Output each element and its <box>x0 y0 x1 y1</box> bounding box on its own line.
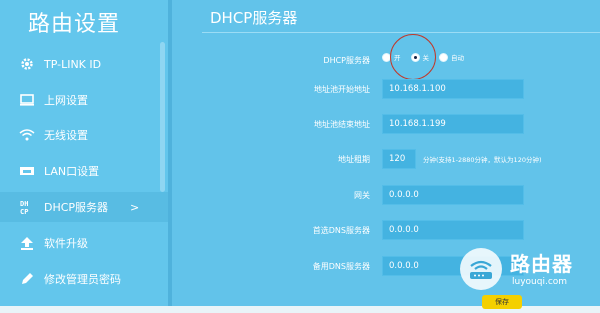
gear-icon <box>18 55 36 73</box>
dhcp-server-label: DHCP服务器 <box>323 56 370 65</box>
primary-dns-input[interactable]: 0.0.0.0 <box>382 220 524 240</box>
gateway-input[interactable]: 0.0.0.0 <box>382 185 524 205</box>
gateway-label: 网关 <box>354 191 370 200</box>
pool-start-input[interactable]: 10.168.1.100 <box>382 79 524 99</box>
highlight-circle <box>390 34 436 80</box>
sidebar-item-label: DHCP服务器 <box>44 201 109 214</box>
watermark: 路由器 luyouqi.com <box>460 248 600 298</box>
title-divider <box>202 32 600 33</box>
watermark-title: 路由器 <box>510 252 573 276</box>
primary-dns-label: 首选DNS服务器 <box>312 226 370 235</box>
lease-label: 地址租期 <box>338 155 370 164</box>
sidebar-item-label: 修改管理员密码 <box>44 273 121 286</box>
pencil-icon <box>18 270 36 288</box>
radio-auto[interactable] <box>439 52 448 62</box>
lan-icon <box>18 162 36 180</box>
sidebar-scrollbar[interactable] <box>160 42 165 192</box>
watermark-url: luyouqi.com <box>512 277 568 287</box>
chevron-right-icon: > <box>130 200 140 214</box>
lease-input[interactable]: 120 <box>382 149 416 169</box>
svg-text:DH: DH <box>20 200 28 208</box>
lease-hint: 分钟(支持1-2880分钟，默认为120分钟) <box>423 156 542 164</box>
sidebar-item-tplink-id[interactable]: TP-LINK ID <box>0 49 168 79</box>
radio-auto-label: 自动 <box>451 54 464 62</box>
pool-end-input[interactable]: 10.168.1.199 <box>382 114 524 134</box>
sidebar-item-internet[interactable]: 上网设置 <box>0 85 168 115</box>
upgrade-icon <box>18 234 36 252</box>
sidebar-item-label: 软件升级 <box>44 237 88 250</box>
pool-end-label: 地址池结束地址 <box>314 120 370 129</box>
sidebar-item-label: 无线设置 <box>44 129 88 142</box>
wifi-icon <box>18 126 36 144</box>
sidebar-item-label: TP-LINK ID <box>44 57 102 71</box>
sidebar-item-label: 上网设置 <box>44 94 88 107</box>
sidebar-title: 路由设置 <box>28 12 121 37</box>
dhcp-icon: DH CP <box>18 198 36 216</box>
pool-start-label: 地址池开始地址 <box>314 85 370 94</box>
page-title: DHCP服务器 <box>210 9 298 27</box>
secondary-dns-label: 备用DNS服务器 <box>312 262 370 271</box>
sidebar-item-wireless[interactable]: 无线设置 <box>0 120 168 150</box>
sidebar-item-lan[interactable]: LAN口设置 <box>0 156 168 186</box>
sidebar-item-admin-password[interactable]: 修改管理员密码 <box>0 264 168 294</box>
sidebar: 路由设置 TP-LINK ID 上网设置 无线设置 LAN口设置 DH CP DH… <box>0 0 168 313</box>
svg-text:CP: CP <box>20 208 28 215</box>
sidebar-item-upgrade[interactable]: 软件升级 <box>0 228 168 258</box>
router-logo-icon <box>460 248 502 290</box>
sidebar-item-label: LAN口设置 <box>44 165 100 178</box>
monitor-icon <box>18 91 36 109</box>
sidebar-item-dhcp[interactable]: DH CP DHCP服务器 > <box>0 192 168 222</box>
